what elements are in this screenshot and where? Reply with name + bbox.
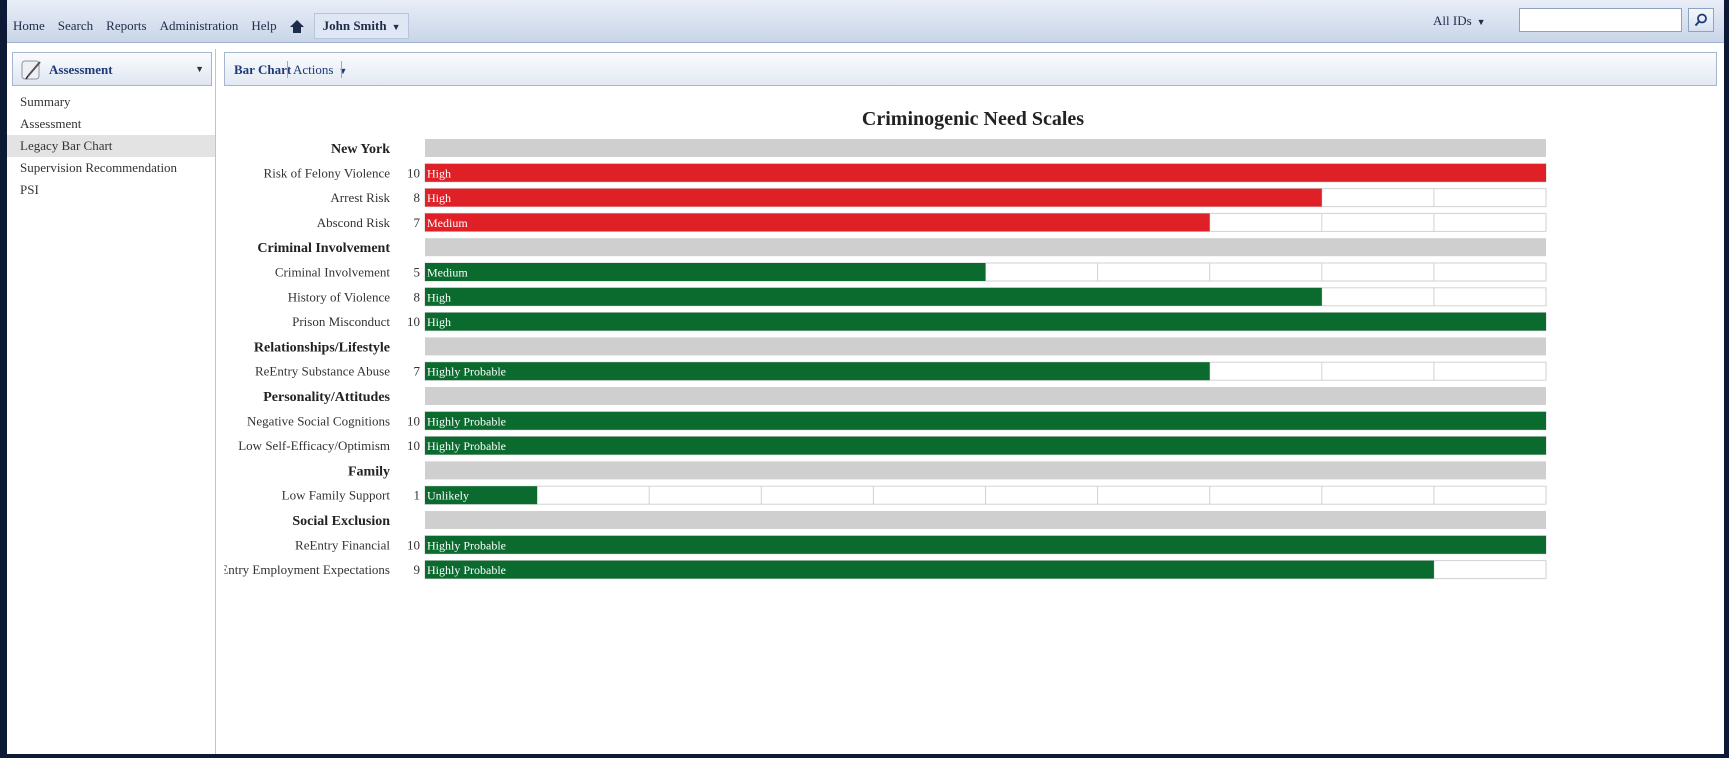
bar-chart: New York High Risk of Felony Violence 10 Hig… <box>224 139 1547 580</box>
bar <box>425 213 1210 232</box>
sidebar-item-assessment[interactable]: Assessment <box>7 113 215 135</box>
scale-label: ReEntry Employment Expectations <box>224 562 390 577</box>
scale-value: 7 <box>414 215 421 230</box>
group-band <box>425 337 1546 356</box>
group-band <box>425 511 1546 529</box>
bar-level-label: Highly Probable <box>427 563 506 577</box>
sidebar-item-label: Summary <box>20 94 71 109</box>
id-type-value: All IDs <box>1433 13 1472 28</box>
chevron-down-icon: ▼ <box>391 22 401 32</box>
scale-value: 10 <box>407 537 420 552</box>
group-label: Relationships/Lifestyle <box>254 340 390 355</box>
bar-level-label: High <box>427 166 451 180</box>
window-frame-right <box>1724 0 1729 758</box>
sidebar-item-summary[interactable]: Summary <box>7 91 215 113</box>
scale-value: 7 <box>414 364 421 379</box>
bar <box>425 188 1322 207</box>
scale-value: 9 <box>414 562 421 577</box>
bar-level-label: Highly Probable <box>427 365 506 379</box>
scale-label: Negative Social Cognitions <box>247 413 390 428</box>
sidebar-header-label: Assessment <box>49 62 113 77</box>
sidebar-item-psi[interactable]: PSI <box>7 179 215 201</box>
scale-label: Arrest Risk <box>330 190 390 205</box>
nav-home[interactable]: Home <box>13 18 45 34</box>
search-button[interactable] <box>1688 8 1714 32</box>
bar-level-label: Unlikely <box>427 489 469 503</box>
group-label: Social Exclusion <box>292 514 390 529</box>
group-band <box>425 387 1546 405</box>
group-band <box>425 238 1546 257</box>
user-name: John Smith <box>322 18 387 33</box>
main-panel: Bar Chart Actions ▼ Criminogenic Need Sca… <box>224 52 1722 754</box>
group-label: Personality/Attitudes <box>263 390 390 405</box>
sidebar: Assessment ▼ Summary Assessment Legacy B… <box>7 49 216 754</box>
bar-level-label: Highly Probable <box>427 439 506 453</box>
bar-level-label: High <box>427 191 451 205</box>
scale-label: Abscond Risk <box>317 215 391 230</box>
nav-search[interactable]: Search <box>58 18 93 34</box>
scale-label: History of Violence <box>288 289 390 304</box>
group-band <box>425 139 1546 157</box>
bar-level-label: Highly Probable <box>427 538 506 552</box>
bar-level-label: Medium <box>427 266 468 280</box>
bar <box>425 287 1322 306</box>
sidebar-item-label: Supervision Recommendation <box>20 160 178 175</box>
id-type-select[interactable]: All IDs ▼ <box>1433 13 1486 29</box>
nav-reports[interactable]: Reports <box>106 18 146 34</box>
sidebar-item-label: Legacy Bar Chart <box>20 138 113 153</box>
top-nav: Home Search Reports Administration Help … <box>13 13 410 39</box>
sidebar-item-legacy-bar-chart[interactable]: Legacy Bar Chart <box>7 135 215 157</box>
scale-value: 10 <box>407 413 420 428</box>
bar <box>425 163 1546 182</box>
bar <box>425 411 1546 430</box>
group-label: Criminal Involvement <box>257 241 390 256</box>
scale-label: Low Self-Efficacy/Optimism <box>238 438 390 453</box>
bar-level-label: Medium <box>427 216 468 230</box>
scale-value: 10 <box>407 438 420 453</box>
bar <box>425 560 1434 579</box>
scale-label: ReEntry Financial <box>295 537 390 552</box>
nav-help[interactable]: Help <box>251 18 276 34</box>
scale-value: 8 <box>414 190 421 205</box>
bar-level-label: High <box>427 290 451 304</box>
chevron-down-icon[interactable]: ▼ <box>195 64 204 74</box>
bar <box>425 535 1546 554</box>
sidebar-item-supervision-recommendation[interactable]: Supervision Recommendation <box>7 157 215 179</box>
bar-level-label: High <box>427 315 451 329</box>
sidebar-list: Summary Assessment Legacy Bar Chart Supe… <box>7 91 215 201</box>
bar <box>425 362 1210 381</box>
window-frame-bottom <box>0 754 1729 758</box>
user-menu[interactable]: John Smith ▼ <box>313 13 410 39</box>
scale-label: Prison Misconduct <box>292 314 390 329</box>
sidebar-item-label: Assessment <box>20 116 82 131</box>
scale-label: ReEntry Substance Abuse <box>255 364 390 379</box>
scale-label: Low Family Support <box>282 488 391 503</box>
scale-value: 1 <box>414 488 421 503</box>
scale-value: 10 <box>407 314 420 329</box>
pen-icon <box>21 60 41 80</box>
bar <box>425 312 1546 331</box>
scale-label: Risk of Felony Violence <box>264 165 391 180</box>
scale-value: 5 <box>414 265 421 280</box>
nav-administration[interactable]: Administration <box>160 18 239 34</box>
chevron-down-icon: ▼ <box>1476 17 1486 27</box>
id-search-input[interactable] <box>1519 8 1682 32</box>
bar <box>425 436 1546 455</box>
sidebar-item-label: PSI <box>20 182 39 197</box>
bar <box>425 263 986 281</box>
search-icon <box>1694 13 1707 27</box>
group-band <box>425 461 1546 480</box>
scale-label: Criminal Involvement <box>275 265 391 280</box>
scale-value: 8 <box>414 289 421 304</box>
bar-level-label: Highly Probable <box>427 414 506 428</box>
sidebar-header-assessment[interactable]: Assessment ▼ <box>12 52 212 86</box>
home-icon[interactable] <box>289 19 304 33</box>
top-menubar: Home Search Reports Administration Help … <box>7 0 1724 43</box>
window-frame-left <box>0 0 7 758</box>
group-label: Family <box>348 464 390 479</box>
scale-value: 10 <box>407 165 420 180</box>
group-label: New York <box>331 142 390 157</box>
